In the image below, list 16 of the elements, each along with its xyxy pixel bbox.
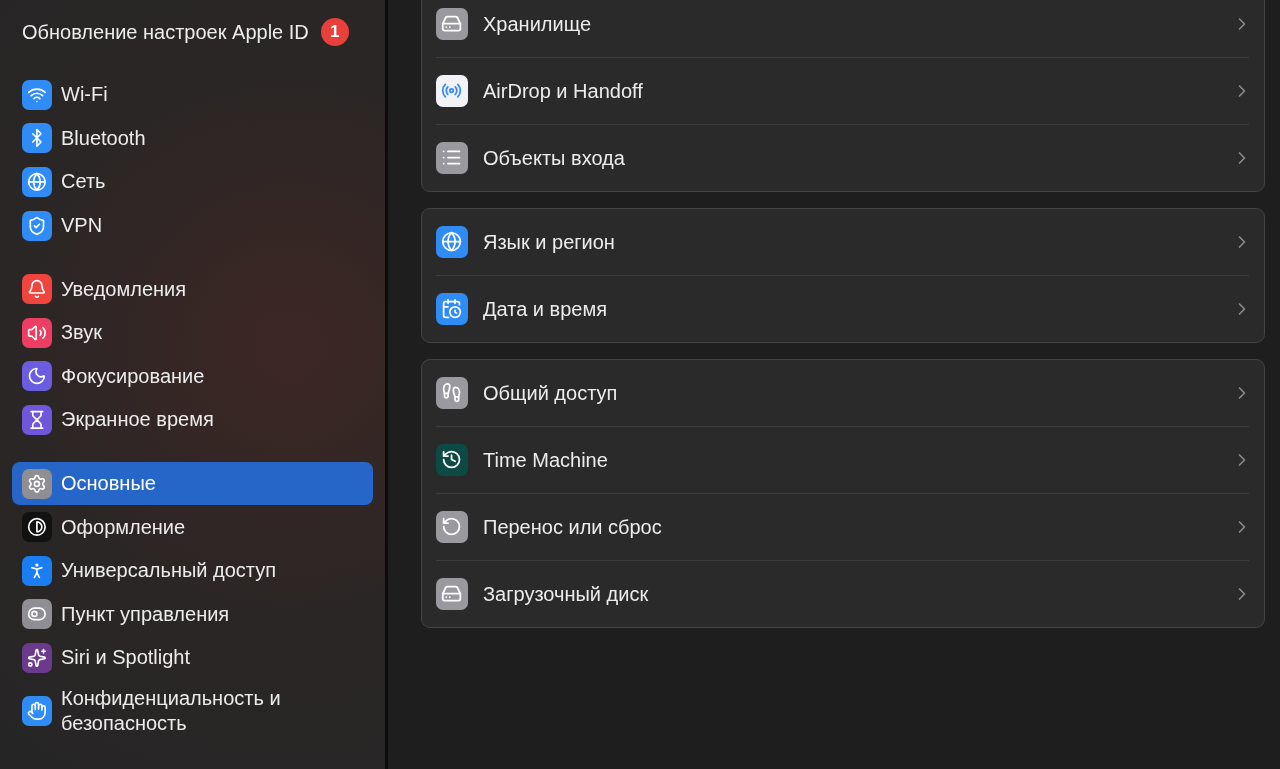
sidebar-item[interactable]: Универсальный доступ	[12, 548, 373, 593]
sidebar-item[interactable]: Конфиденциальность и безопасность	[12, 679, 373, 742]
sidebar-item[interactable]: VPN	[12, 203, 373, 248]
sidebar-item[interactable]: Уведомления	[12, 267, 373, 311]
sidebar-item[interactable]: Bluetooth	[12, 116, 373, 161]
account-label[interactable]: Обновление настроек Apple ID	[22, 17, 309, 47]
notification-badge: 1	[320, 18, 349, 46]
sidebar-item[interactable]: Звук	[12, 310, 373, 355]
sidebar-item[interactable]: Основные	[12, 461, 373, 506]
sidebar-item[interactable]: Пункт управления	[12, 592, 373, 637]
sidebar-item[interactable]: Экранное время	[12, 398, 373, 442]
sidebar-item[interactable]: Сеть	[12, 160, 373, 204]
sidebar-item[interactable]: Оформление	[12, 505, 373, 549]
sidebar-item[interactable]: Wi-Fi	[12, 73, 373, 117]
sidebar-item[interactable]: Siri и Spotlight	[12, 636, 373, 680]
sidebar-item[interactable]: Фокусирование	[12, 354, 373, 399]
